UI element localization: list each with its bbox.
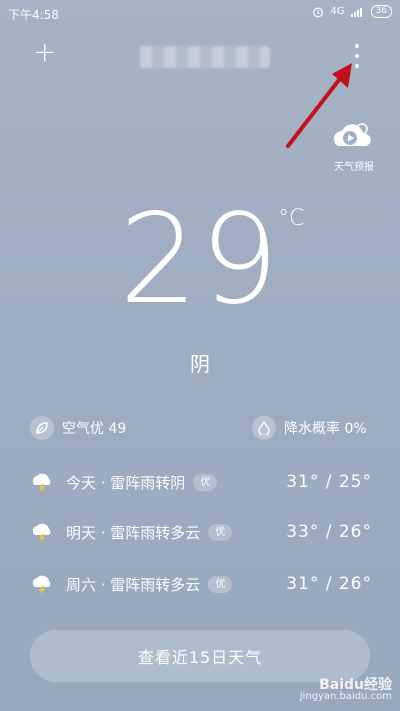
forecast-day-label: 周六 · 雷阵雨转多云 — [66, 575, 201, 594]
leaf-icon — [30, 416, 54, 440]
network-type: 4G — [330, 6, 345, 17]
weather-forecast-video-button[interactable]: 天气预报 — [328, 118, 380, 173]
temperature-unit: °C — [278, 206, 305, 231]
air-quality-badge: 优 — [208, 575, 233, 593]
temperature-range: 31° / 25° — [286, 472, 372, 492]
thunderstorm-icon — [32, 575, 51, 595]
city-name-blurred — [140, 46, 270, 68]
forecast-day-label: 今天 · 雷阵雨转阴 — [66, 473, 186, 492]
add-city-button[interactable]: + — [33, 38, 56, 66]
forecast-row-today[interactable]: 今天 · 雷阵雨转阴 优 31° / 25° — [30, 465, 372, 499]
temperature-range: 31° / 26° — [286, 574, 372, 594]
battery-indicator: 36 — [370, 5, 392, 18]
view-15-day-forecast-button[interactable]: 查看近15日天气 — [30, 630, 370, 682]
current-temperature: 29 — [119, 188, 281, 332]
air-quality-badge: 优 — [208, 523, 233, 541]
baidu-jingyan-watermark: Baidu经验 jingyan.baidu.com — [299, 677, 392, 703]
forecast-day-label: 明天 · 雷阵雨转多云 — [66, 523, 201, 542]
raindrop-icon — [252, 416, 276, 440]
status-time: 下午4:58 — [8, 8, 59, 22]
watermark-url: jingyan.baidu.com — [299, 691, 392, 702]
signal-icon — [350, 8, 362, 17]
thunderstorm-icon — [32, 523, 51, 543]
alarm-icon — [313, 7, 324, 17]
weather-forecast-label: 天气预报 — [334, 162, 374, 173]
play-cloud-icon — [333, 123, 371, 146]
thunderstorm-icon — [32, 473, 51, 493]
rain-probability-label: 降水概率 0% — [284, 421, 367, 437]
status-icons: 4G 36 — [312, 5, 392, 18]
forecast-row-saturday[interactable]: 周六 · 雷阵雨转多云 优 31° / 26° — [30, 567, 372, 601]
forecast-row-tomorrow[interactable]: 明天 · 雷阵雨转多云 优 33° / 26° — [30, 515, 372, 549]
current-condition: 阴 — [190, 352, 210, 376]
temperature-range: 33° / 26° — [286, 522, 372, 542]
rain-probability[interactable]: 降水概率 0% — [252, 416, 367, 440]
air-quality-label: 空气优 49 — [62, 421, 127, 437]
air-quality[interactable]: 空气优 49 — [30, 416, 126, 440]
air-quality-badge: 优 — [193, 473, 218, 491]
watermark-brand: Baidu经验 — [319, 677, 392, 693]
